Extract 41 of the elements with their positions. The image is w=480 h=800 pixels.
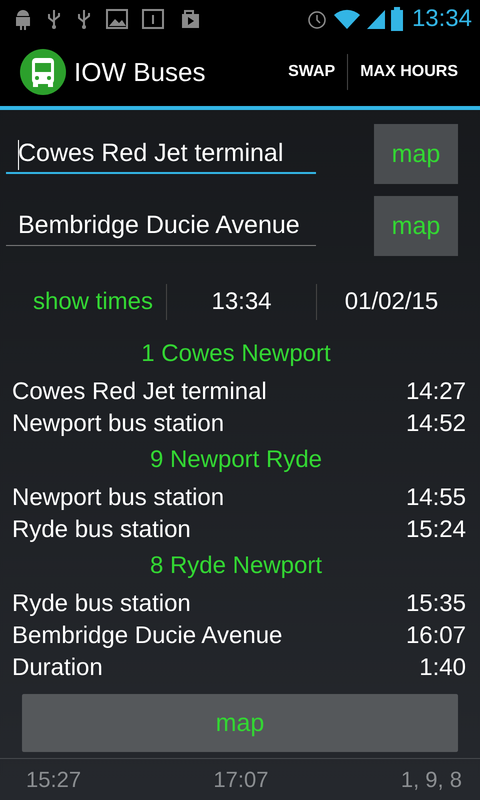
map-button[interactable]: map <box>374 124 458 184</box>
route-heading: 8 Ryde Newport <box>148 551 324 581</box>
duration-value: 1:40 <box>419 653 466 683</box>
journey-text: 1, 9, 8 <box>400 767 462 793</box>
stop-name: Ryde bus station <box>12 515 191 545</box>
status-time: 13:34 <box>412 5 472 33</box>
map-button[interactable]: map <box>374 196 458 256</box>
stop-name: Bembridge Ducie Avenue <box>12 621 282 651</box>
time-button[interactable]: 13:34 <box>167 287 316 317</box>
action-button[interactable]: SWAP <box>276 38 348 106</box>
stop-name: Newport bus station <box>12 483 224 513</box>
app-title: IOW Buses <box>74 56 206 88</box>
stop-time: 14:52 <box>406 409 466 439</box>
stop-time: 14:27 <box>406 377 466 407</box>
stop-time: 16:07 <box>406 621 466 651</box>
action-button[interactable]: MAX HOURS <box>348 38 470 106</box>
duration-label: Duration <box>12 653 103 683</box>
stop-name: Ryde bus station <box>12 589 191 619</box>
stop-time: 14:55 <box>406 483 466 513</box>
usb-icon <box>76 8 92 30</box>
stop-field[interactable]: Bembridge Ducie Avenue <box>6 206 316 246</box>
wifi-icon <box>332 8 361 30</box>
signal-icon <box>366 8 386 30</box>
route-heading: 9 Newport Ryde <box>148 445 324 475</box>
stop-time: 15:24 <box>406 515 466 545</box>
date-button[interactable]: 01/02/15 <box>317 287 466 317</box>
battery-icon <box>390 7 403 31</box>
image-icon <box>106 9 128 29</box>
show-times-button[interactable]: show times <box>6 288 166 316</box>
stop-time: 15:35 <box>406 589 466 619</box>
stop-name: Newport bus station <box>12 409 224 439</box>
stop-name: Cowes Red Jet terminal <box>12 377 267 407</box>
bus-icon <box>20 49 66 95</box>
stop-field[interactable]: Cowes Red Jet terminal <box>6 134 316 174</box>
route-heading: 1 Cowes Newport <box>140 339 332 369</box>
calendar-icon <box>142 9 164 29</box>
map-button[interactable]: map <box>22 694 458 752</box>
journey-text: 17:07 <box>213 767 268 793</box>
journey-text: 15:27 <box>26 767 82 793</box>
usb-icon <box>46 8 62 30</box>
android-icon <box>14 8 32 30</box>
